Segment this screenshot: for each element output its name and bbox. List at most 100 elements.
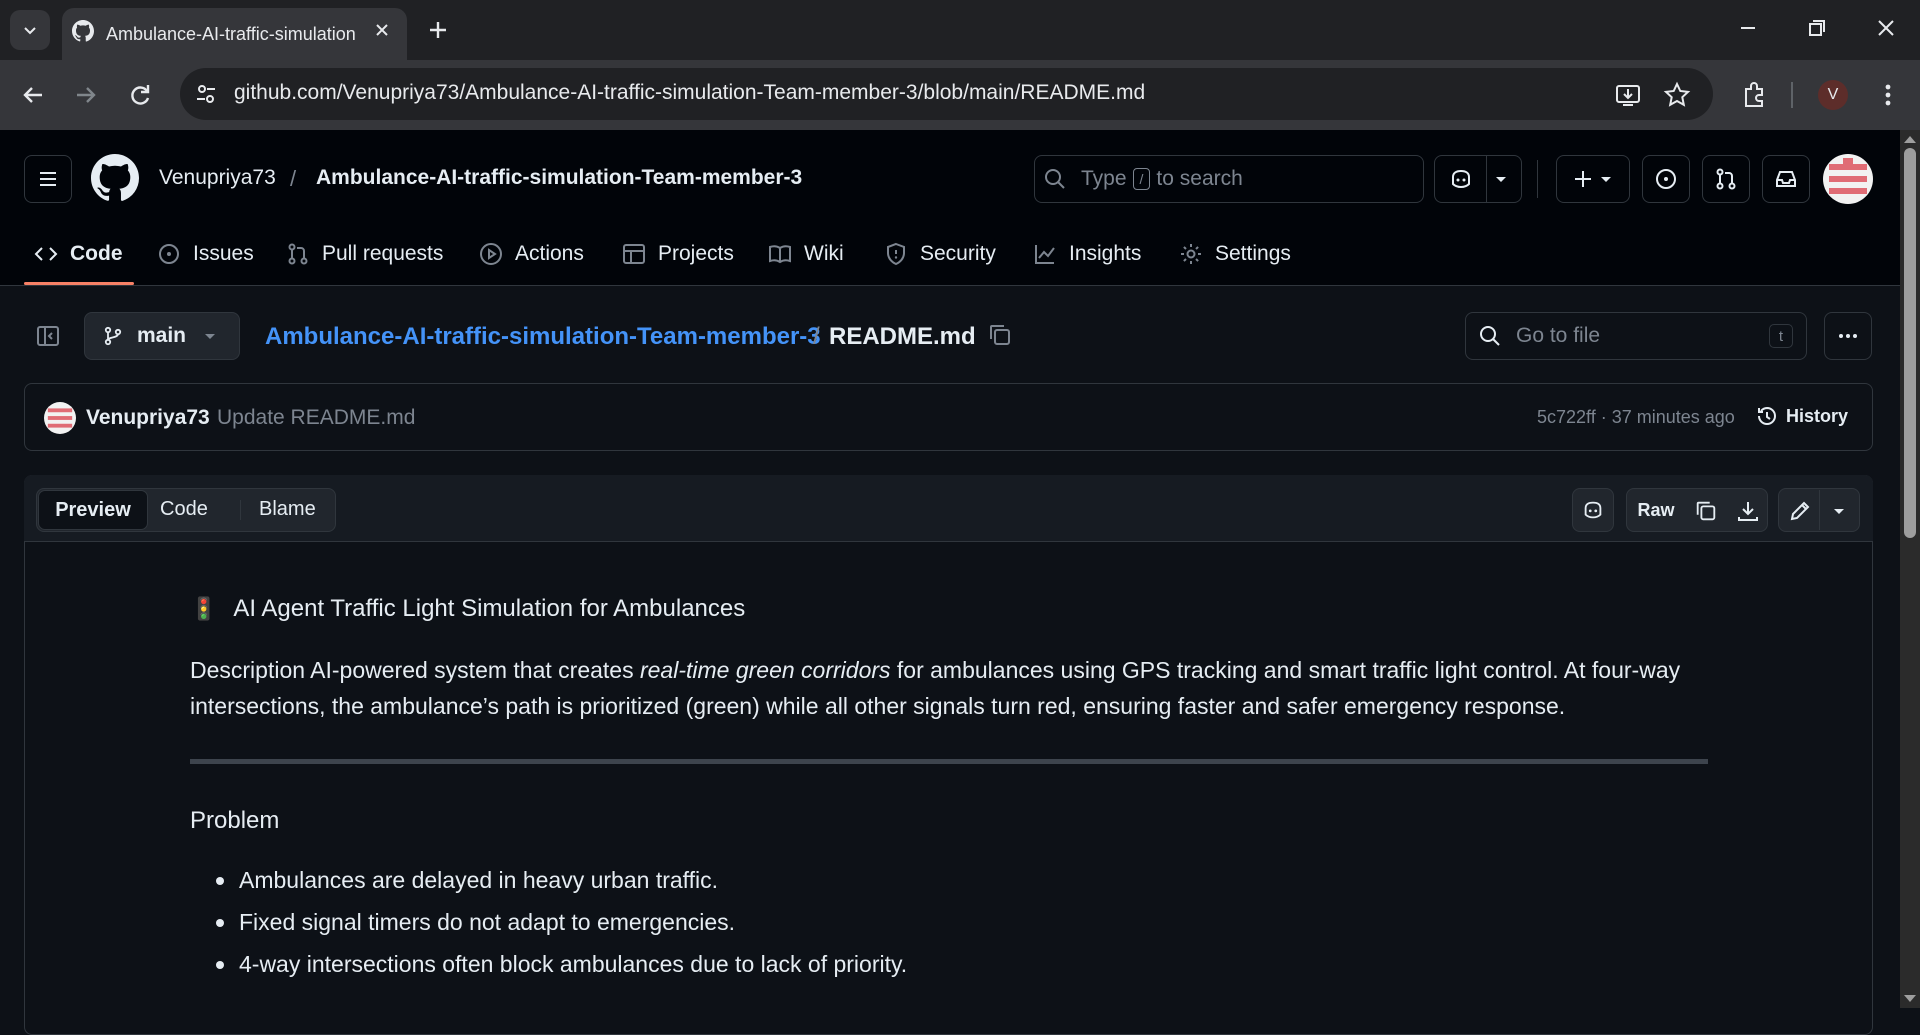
repo-owner-link[interactable]: Venupriya73: [159, 166, 276, 190]
commit-hash-time[interactable]: 5c722ff · 37 minutes ago: [1537, 407, 1735, 428]
tab-projects[interactable]: Projects: [622, 236, 734, 272]
download-icon[interactable]: [1736, 499, 1760, 523]
tab-label: Actions: [515, 242, 584, 265]
search-icon: [1480, 326, 1500, 346]
blame-tab[interactable]: Blame: [259, 498, 316, 521]
tab-label: Projects: [658, 242, 734, 265]
new-tab-icon[interactable]: [424, 16, 452, 44]
issue-icon: [159, 244, 179, 264]
preview-tab[interactable]: Preview: [38, 490, 148, 530]
create-new-button[interactable]: [1556, 155, 1630, 203]
close-tab-icon[interactable]: [372, 20, 392, 40]
pencil-icon[interactable]: [1788, 499, 1812, 523]
plus-icon: [1575, 171, 1611, 187]
caret-down-icon[interactable]: [1494, 172, 1508, 186]
branch-name: main: [137, 324, 187, 347]
user-avatar[interactable]: [1823, 154, 1873, 204]
go-to-file-shortcut: t: [1769, 324, 1793, 348]
caret-down-icon[interactable]: [1832, 504, 1846, 518]
raw-button[interactable]: Raw: [1628, 490, 1684, 530]
history-button[interactable]: History: [1756, 405, 1848, 427]
tab-label: Insights: [1069, 242, 1142, 265]
github-logo-icon[interactable]: [91, 154, 139, 202]
branch-selector-button[interactable]: main: [84, 312, 240, 360]
tab-label: Pull requests: [322, 242, 444, 265]
list-item: 4-way intersections often block ambulanc…: [216, 951, 907, 978]
caret-down-icon: [205, 334, 216, 339]
tab-label: Code: [70, 242, 123, 265]
tab-pull-requests[interactable]: Pull requests: [286, 236, 443, 272]
gear-icon: [1181, 244, 1201, 264]
site-info-icon[interactable]: [194, 82, 218, 106]
extensions-icon[interactable]: [1740, 81, 1768, 109]
history-icon: [1758, 406, 1776, 425]
tab-wiki[interactable]: Wiki: [768, 236, 844, 272]
history-label: History: [1786, 405, 1849, 426]
code-view-tab[interactable]: Code: [160, 498, 208, 521]
url-text: github.com/Venupriya73/Ambulance-AI-traf…: [234, 81, 1146, 104]
breadcrumb-repo-link[interactable]: Ambulance-AI-traffic-simulation-Team-mem…: [265, 323, 821, 351]
copy-raw-icon[interactable]: [1694, 499, 1718, 523]
hamburger-menu-button[interactable]: [24, 155, 72, 203]
play-icon: [480, 243, 502, 265]
search-shortcut-key: /: [1132, 168, 1151, 190]
traffic-light-icon: 🚦: [190, 596, 218, 621]
bookmark-star-icon[interactable]: [1663, 81, 1691, 109]
scrollbar-thumb[interactable]: [1904, 148, 1916, 538]
restore-icon[interactable]: [1803, 14, 1831, 42]
sidebar-toggle-icon[interactable]: [36, 324, 60, 348]
pull-requests-button[interactable]: [1702, 155, 1750, 203]
install-app-icon[interactable]: [1614, 81, 1642, 109]
readme-title-text: AI Agent Traffic Light Simulation for Am…: [233, 595, 746, 622]
list-item: Fixed signal timers do not adapt to emer…: [216, 909, 735, 936]
browser-tab-title: Ambulance-AI-traffic-simulation: [106, 23, 356, 44]
tab-label: Wiki: [804, 242, 844, 265]
search-suffix: to search: [1156, 167, 1243, 190]
readme-description: Description AI-powered system that creat…: [190, 652, 1710, 724]
tab-issues[interactable]: Issues: [157, 236, 254, 272]
breadcrumb-file-name: README.md: [829, 323, 976, 350]
tab-security[interactable]: Security: [884, 236, 996, 272]
issues-button[interactable]: [1642, 155, 1690, 203]
go-to-file-input[interactable]: Go to file: [1465, 312, 1807, 360]
search-icon: [1045, 169, 1065, 189]
readme-title: 🚦 AI Agent Traffic Light Simulation for …: [190, 595, 745, 623]
tab-label: Security: [920, 242, 996, 265]
commit-author[interactable]: Venupriya73: [86, 406, 210, 430]
branch-icon: [104, 326, 122, 346]
chrome-menu-icon[interactable]: [1874, 81, 1902, 109]
profile-avatar[interactable]: V: [1818, 80, 1848, 110]
minimize-icon[interactable]: [1734, 14, 1762, 42]
more-options-button[interactable]: [1824, 312, 1872, 360]
search-input[interactable]: Type / to search: [1034, 155, 1424, 203]
window-close-icon[interactable]: [1872, 14, 1900, 42]
forward-icon[interactable]: [73, 82, 99, 108]
identicon-avatar: [44, 402, 76, 434]
commit-message[interactable]: Update README.md: [217, 406, 415, 430]
tab-actions[interactable]: Actions: [479, 236, 584, 272]
reload-icon[interactable]: [127, 82, 153, 108]
breadcrumb-separator: /: [813, 323, 820, 350]
segment-divider: [240, 500, 241, 520]
browser-tab[interactable]: Ambulance-AI-traffic-simulation: [62, 8, 407, 60]
scroll-down-arrow-icon[interactable]: [1903, 994, 1917, 1004]
problem-heading: Problem: [190, 807, 280, 834]
pull-request-icon: [288, 243, 308, 265]
inbox-button[interactable]: [1762, 155, 1810, 203]
tab-settings[interactable]: Settings: [1179, 236, 1291, 272]
tab-code[interactable]: Code: [34, 236, 123, 272]
tab-insights[interactable]: Insights: [1033, 236, 1141, 272]
kebab-horizontal-icon: [1839, 334, 1857, 338]
tab-search-button[interactable]: [10, 10, 50, 50]
copilot-ask-button[interactable]: [1572, 488, 1614, 532]
issue-icon: [1656, 169, 1676, 189]
copilot-icon: [1452, 169, 1470, 189]
repo-separator: /: [290, 166, 297, 191]
scroll-up-arrow-icon[interactable]: [1903, 134, 1917, 144]
list-item: Ambulances are delayed in heavy urban tr…: [216, 867, 718, 894]
back-icon[interactable]: [20, 82, 46, 108]
repo-name-link[interactable]: Ambulance-AI-traffic-simulation-Team-mem…: [316, 166, 802, 190]
inbox-icon: [1776, 171, 1796, 187]
commit-author-avatar[interactable]: [44, 402, 76, 434]
copy-path-icon[interactable]: [987, 322, 1013, 348]
